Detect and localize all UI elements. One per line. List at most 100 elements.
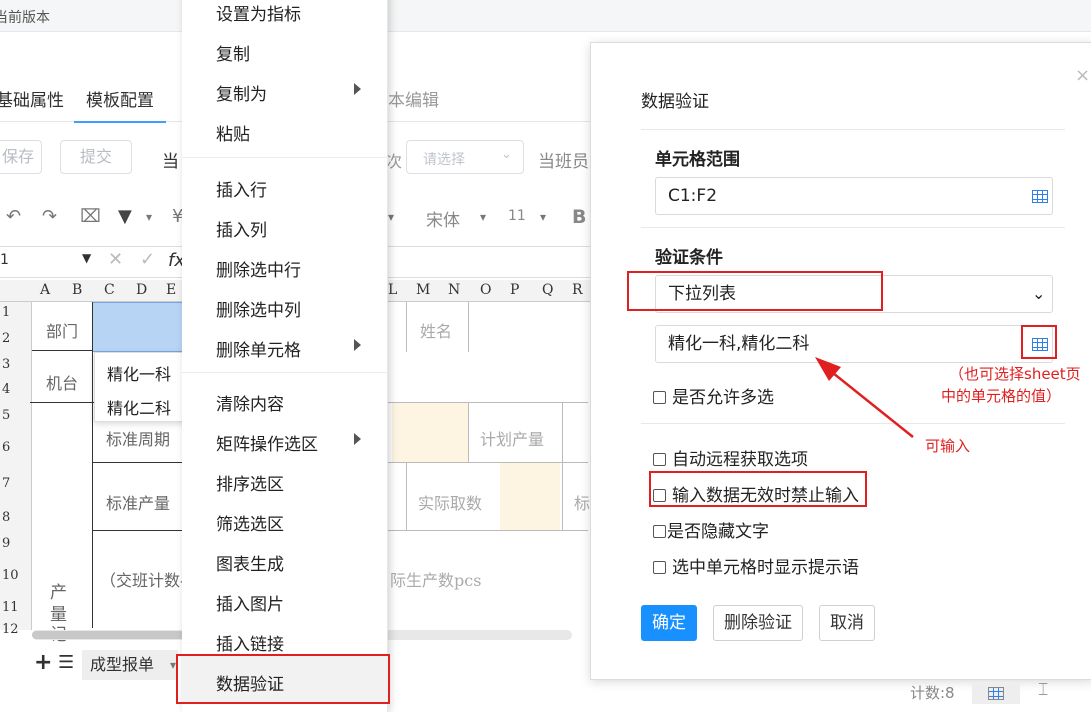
col-header[interactable]: M [416, 282, 430, 298]
save-button[interactable]: 保存 [0, 140, 42, 174]
filter-icon[interactable]: ▼ [118, 206, 132, 227]
tab-edit[interactable]: 本编辑 [388, 86, 439, 111]
version-bar: 当前版本 [0, 0, 1091, 32]
hide-text-checkbox[interactable] [653, 525, 666, 538]
selected-range[interactable] [92, 302, 184, 352]
col-header[interactable]: Q [542, 282, 553, 298]
menu-item-sort[interactable]: 排序选区 [216, 470, 284, 495]
col-header[interactable]: N [448, 282, 460, 298]
row-header[interactable]: 6 [0, 440, 32, 455]
menu-item-delete-columns[interactable]: 删除选中列 [216, 296, 301, 321]
menu-item-clear-content[interactable]: 清除内容 [216, 390, 284, 415]
menu-item-delete-rows[interactable]: 删除选中行 [216, 256, 301, 281]
row-header[interactable]: 9 [0, 536, 32, 551]
cell-plan-output[interactable]: 计划产量 [480, 426, 544, 450]
cell-dept[interactable]: 部门 [46, 318, 78, 342]
confirm-edit-icon[interactable]: ✓ [140, 249, 155, 270]
menu-item-copy[interactable]: 复制 [216, 40, 250, 65]
col-header[interactable]: A [40, 282, 50, 298]
cell-actual-count[interactable]: 实际取数 [418, 490, 482, 514]
close-icon[interactable]: × [1075, 65, 1090, 86]
menu-item-set-indicator[interactable]: 设置为指标 [216, 0, 301, 25]
row-header[interactable]: 10 [0, 568, 32, 583]
submit-button[interactable]: 提交 [60, 140, 132, 174]
dropdown-option[interactable]: 精化二科 [107, 395, 171, 419]
grid-view-button[interactable] [972, 682, 1020, 704]
size-dropdown-icon[interactable]: ▾ [540, 210, 546, 224]
delete-validation-button[interactable]: 删除验证 [713, 605, 803, 641]
cell-name[interactable]: 姓名 [420, 318, 452, 342]
tab-template-config[interactable]: 模板配置 [74, 86, 166, 123]
row-header[interactable]: 2 [0, 331, 32, 346]
menu-item-insert-column[interactable]: 插入列 [216, 216, 267, 241]
menu-item-filter[interactable]: 筛选选区 [216, 510, 284, 535]
condition-highlight [627, 271, 883, 311]
row-header[interactable]: 5 [0, 408, 32, 423]
col-header[interactable]: L [388, 282, 397, 298]
cell-formula-text[interactable]: （交班计数- [100, 567, 185, 591]
undo-icon[interactable]: ↶ [6, 206, 21, 227]
menu-item-chart[interactable]: 图表生成 [216, 550, 284, 575]
row-header[interactable]: 4 [0, 382, 32, 397]
cell-std-output[interactable]: 标准产量 [106, 490, 170, 514]
dropdown-option[interactable]: 精化一科 [107, 361, 171, 385]
col-header[interactable]: C [104, 282, 115, 298]
col-header[interactable]: R [572, 282, 583, 298]
row-header[interactable]: 7 [0, 476, 32, 491]
chevron-down-icon: ⌄ [1032, 284, 1046, 303]
sheet-tab-active[interactable]: 成型报单 ▾ [82, 650, 178, 680]
cancel-button[interactable]: 取消 [819, 605, 875, 641]
font-dropdown-icon[interactable]: ▾ [480, 210, 486, 224]
cell-reference[interactable]: 1 [0, 252, 9, 268]
menu-item-insert-row[interactable]: 插入行 [216, 176, 267, 201]
cell-reference-dropdown-icon[interactable]: ▼ [82, 251, 91, 265]
row-header[interactable]: 1 [0, 305, 32, 320]
col-header[interactable]: P [510, 282, 519, 298]
allow-multi-option[interactable]: 是否允许多选 [653, 383, 774, 408]
font-size-select[interactable]: 11 [508, 208, 526, 224]
menu-item-delete-cells[interactable]: 删除单元格 [216, 336, 301, 361]
dialog-title: 数据验证 [641, 92, 709, 112]
grid-view-icon [988, 687, 1004, 700]
auto-remote-checkbox[interactable] [653, 453, 666, 466]
cell-actual-pcs[interactable]: 际生产数pcs [390, 567, 481, 591]
dropdown-icon[interactable]: ▾ [388, 210, 394, 224]
row-header[interactable]: 8 [0, 510, 32, 525]
col-header[interactable]: B [72, 282, 82, 298]
menu-item-paste[interactable]: 粘贴 [216, 120, 250, 145]
auto-remote-option[interactable]: 自动远程获取选项 [653, 445, 808, 470]
range-input[interactable]: C1:F2 [655, 177, 1053, 215]
sheet-list-icon[interactable]: ☰ [58, 652, 74, 673]
allow-multi-checkbox[interactable] [653, 391, 666, 404]
row-header[interactable]: 11 [0, 600, 32, 615]
menu-item-insert-link[interactable]: 插入链接 [216, 630, 284, 655]
fit-view-icon[interactable]: ⌶ [1038, 680, 1048, 700]
menu-item-insert-image[interactable]: 插入图片 [216, 590, 284, 615]
ok-button[interactable]: 确定 [641, 605, 697, 641]
format-painter-icon[interactable]: ⌧ [80, 206, 101, 227]
show-hint-checkbox[interactable] [653, 561, 666, 574]
shift-select[interactable]: 请选择 ⌄ [406, 140, 524, 174]
col-header[interactable]: O [480, 282, 491, 298]
show-hint-option[interactable]: 选中单元格时显示提示语 [653, 553, 859, 578]
hide-text-label: 是否隐藏文字 [667, 522, 769, 542]
row-header[interactable]: 3 [0, 357, 32, 372]
hide-text-option[interactable]: 是否隐藏文字 [653, 517, 769, 542]
bold-button[interactable]: B [572, 206, 586, 228]
grid-icon-highlight [1021, 325, 1057, 359]
col-header[interactable]: E [166, 282, 176, 298]
redo-icon[interactable]: ↷ [42, 206, 57, 227]
select-range-icon[interactable] [1032, 190, 1048, 203]
menu-item-matrix-ops[interactable]: 矩阵操作选区 [216, 430, 318, 455]
add-sheet-button[interactable]: + [34, 650, 52, 675]
filter-dropdown-icon[interactable]: ▾ [146, 210, 152, 224]
cancel-edit-icon[interactable]: ✕ [108, 249, 123, 270]
menu-item-copy-as[interactable]: 复制为 [216, 80, 267, 105]
tab-basic-props[interactable]: 基础属性 [0, 86, 64, 111]
cell-machine[interactable]: 机台 [46, 370, 78, 394]
col-header[interactable]: D [136, 282, 147, 298]
font-family-select[interactable]: 宋体 [426, 206, 460, 231]
cell-biao[interactable]: 标 [574, 490, 590, 514]
cell-std-cycle[interactable]: 标准周期 [106, 426, 170, 450]
range-label: 单元格范围 [655, 150, 740, 170]
